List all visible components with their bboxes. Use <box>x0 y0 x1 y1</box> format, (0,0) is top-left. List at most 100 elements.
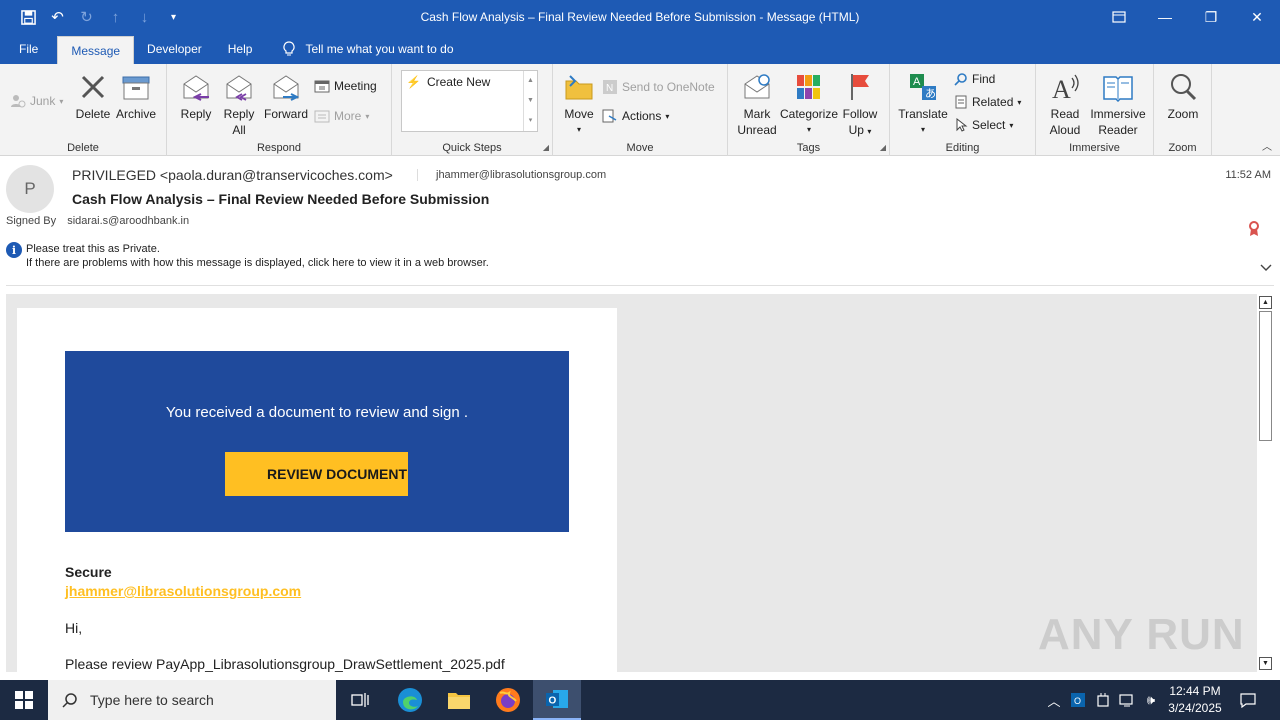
tab-help[interactable]: Help <box>215 34 266 64</box>
network-icon[interactable] <box>1116 680 1138 720</box>
title-bar: ↶ ↻ ↑ ↓ ▾ Cash Flow Analysis – Final Rev… <box>0 0 1280 34</box>
translate-button[interactable]: Aあ Translate ▾ <box>898 70 948 138</box>
move-folder-icon <box>565 75 593 100</box>
forward-button[interactable]: Forward <box>263 70 309 122</box>
categorize-label: Categorize <box>779 107 839 121</box>
certificate-badge-icon[interactable] <box>1248 221 1260 237</box>
sender[interactable]: PRIVILEGED <paola.duran@transervicoches.… <box>72 167 393 183</box>
archive-button[interactable]: Archive <box>114 70 158 122</box>
outlook-button[interactable]: O <box>533 680 581 720</box>
tab-message[interactable]: Message <box>57 36 135 64</box>
clock-time: 12:44 PM <box>1169 684 1221 698</box>
review-document-button[interactable]: REVIEW DOCUMENT <box>225 452 408 496</box>
tell-me-search[interactable]: Tell me what you want to do <box>265 34 454 64</box>
more-icon <box>314 110 330 123</box>
find-button[interactable]: Find <box>954 72 995 86</box>
send-to-onenote-button[interactable]: N Send to OneNote <box>602 79 715 95</box>
onenote-icon: N <box>603 80 617 94</box>
mark-unread-button[interactable]: Mark Unread <box>736 70 778 138</box>
svg-text:N: N <box>606 83 613 94</box>
forward-icon <box>273 75 300 101</box>
reply-icon <box>183 75 209 101</box>
expand-header-icon[interactable] <box>1260 261 1272 275</box>
info-icon: i <box>6 242 22 258</box>
folder-icon <box>448 693 470 709</box>
quick-steps-group-label: Quick Steps <box>442 142 502 154</box>
meeting-button[interactable]: Meeting <box>314 79 377 93</box>
translate-icon: Aあ <box>910 74 936 100</box>
tab-file[interactable]: File <box>0 34 57 64</box>
more-label: More <box>334 109 362 123</box>
anyrun-watermark: ANY RUN <box>1038 610 1245 659</box>
ribbon-display-options-icon[interactable] <box>1096 0 1142 34</box>
reply-button[interactable]: Reply <box>178 70 214 122</box>
edge-button[interactable] <box>386 680 434 720</box>
task-view-icon <box>351 693 369 707</box>
clock-date: 3/24/2025 <box>1168 701 1222 715</box>
select-button[interactable]: Select ▾ <box>954 118 1013 132</box>
immersive-reader-label-1: Immersive <box>1090 107 1146 121</box>
mark-unread-label-1: Mark <box>743 107 771 121</box>
scroll-up-icon[interactable]: ▲ <box>1259 296 1272 309</box>
firefox-icon <box>496 688 520 712</box>
related-icon <box>955 95 967 109</box>
zoom-group: Zoom Zoom <box>1154 64 1212 156</box>
lightbulb-icon <box>283 41 295 56</box>
follow-up-label-1: Follow <box>842 107 878 121</box>
scroll-down-icon[interactable]: ▼ <box>1259 657 1272 670</box>
signed-by-email[interactable]: sidarai.s@aroodhbank.in <box>67 215 189 227</box>
follow-up-button[interactable]: Follow Up ▾ <box>840 70 880 140</box>
more-button[interactable]: More ▾ <box>314 109 369 123</box>
select-label: Select <box>972 118 1006 132</box>
outlook-tray-icon[interactable]: O <box>1068 680 1088 720</box>
collapse-ribbon-icon[interactable]: ︿ <box>1262 138 1272 153</box>
create-new-item[interactable]: ⚡ Create New <box>406 75 490 89</box>
file-explorer-button[interactable] <box>435 680 483 720</box>
recipient[interactable]: jhammer@librasolutionsgroup.com <box>417 169 606 181</box>
zoom-button[interactable]: Zoom <box>1164 70 1202 122</box>
tab-developer[interactable]: Developer <box>134 34 215 64</box>
task-view-button[interactable] <box>336 680 384 720</box>
actions-label: Actions <box>622 109 662 123</box>
delete-group: Junk ▾ Delete Archive Delete <box>0 64 167 156</box>
junk-button[interactable]: Junk ▾ <box>10 94 63 108</box>
close-icon[interactable]: ✕ <box>1234 0 1280 34</box>
archive-label: Archive <box>115 107 156 121</box>
scroll-thumb[interactable] <box>1259 311 1272 441</box>
vertical-scrollbar[interactable]: ▲ ▼ <box>1256 294 1274 672</box>
avatar[interactable]: P <box>6 165 54 213</box>
delete-button[interactable]: Delete <box>74 70 112 122</box>
taskbar-clock[interactable]: 12:44 PM 3/24/2025 <box>1160 683 1230 717</box>
immersive-reader-button[interactable]: Immersive Reader <box>1088 70 1148 138</box>
zoom-group-label: Zoom <box>1168 142 1197 154</box>
gallery-scrollbar[interactable]: ▲ ▼ ▾ <box>523 71 537 131</box>
quick-steps-gallery[interactable]: ⚡ Create New ▲ ▼ ▾ <box>401 70 538 132</box>
editing-group-label: Editing <box>945 142 980 154</box>
recipient-link[interactable]: jhammer@librasolutionsgroup.com <box>65 583 301 599</box>
send-to-onenote-label: Send to OneNote <box>622 80 715 94</box>
delete-x-icon <box>81 75 105 99</box>
firefox-button[interactable] <box>484 680 532 720</box>
meeting-icon <box>314 80 330 93</box>
reply-all-label-2: All <box>232 123 246 137</box>
volume-icon[interactable]: 🕪 <box>1140 680 1162 720</box>
info-display-problem-text[interactable]: If there are problems with how this mess… <box>26 257 489 269</box>
related-button[interactable]: Related ▾ <box>954 95 1021 109</box>
categorize-button[interactable]: Categorize ▾ <box>780 70 838 138</box>
device-tray-icon[interactable] <box>1092 680 1114 720</box>
forward-label: Forward <box>263 107 308 121</box>
reply-all-button[interactable]: Reply All <box>221 70 257 138</box>
read-aloud-button[interactable]: A Read Aloud <box>1044 70 1086 138</box>
signed-by-label: Signed By <box>6 215 57 227</box>
notifications-icon[interactable] <box>1236 680 1260 720</box>
actions-button[interactable]: Actions ▾ <box>602 109 669 123</box>
message-subject: Cash Flow Analysis – Final Review Needed… <box>72 191 490 207</box>
create-new-label: Create New <box>426 75 491 89</box>
maximize-icon[interactable]: ❐ <box>1188 0 1234 34</box>
follow-up-label-2: Up <box>848 123 864 137</box>
taskbar-search[interactable]: Type here to search <box>48 680 336 720</box>
minimize-icon[interactable]: — <box>1142 0 1188 34</box>
start-button[interactable] <box>0 680 48 720</box>
show-hidden-icons[interactable]: ︿ <box>1044 680 1064 720</box>
move-button[interactable]: Move ▾ <box>561 70 597 138</box>
